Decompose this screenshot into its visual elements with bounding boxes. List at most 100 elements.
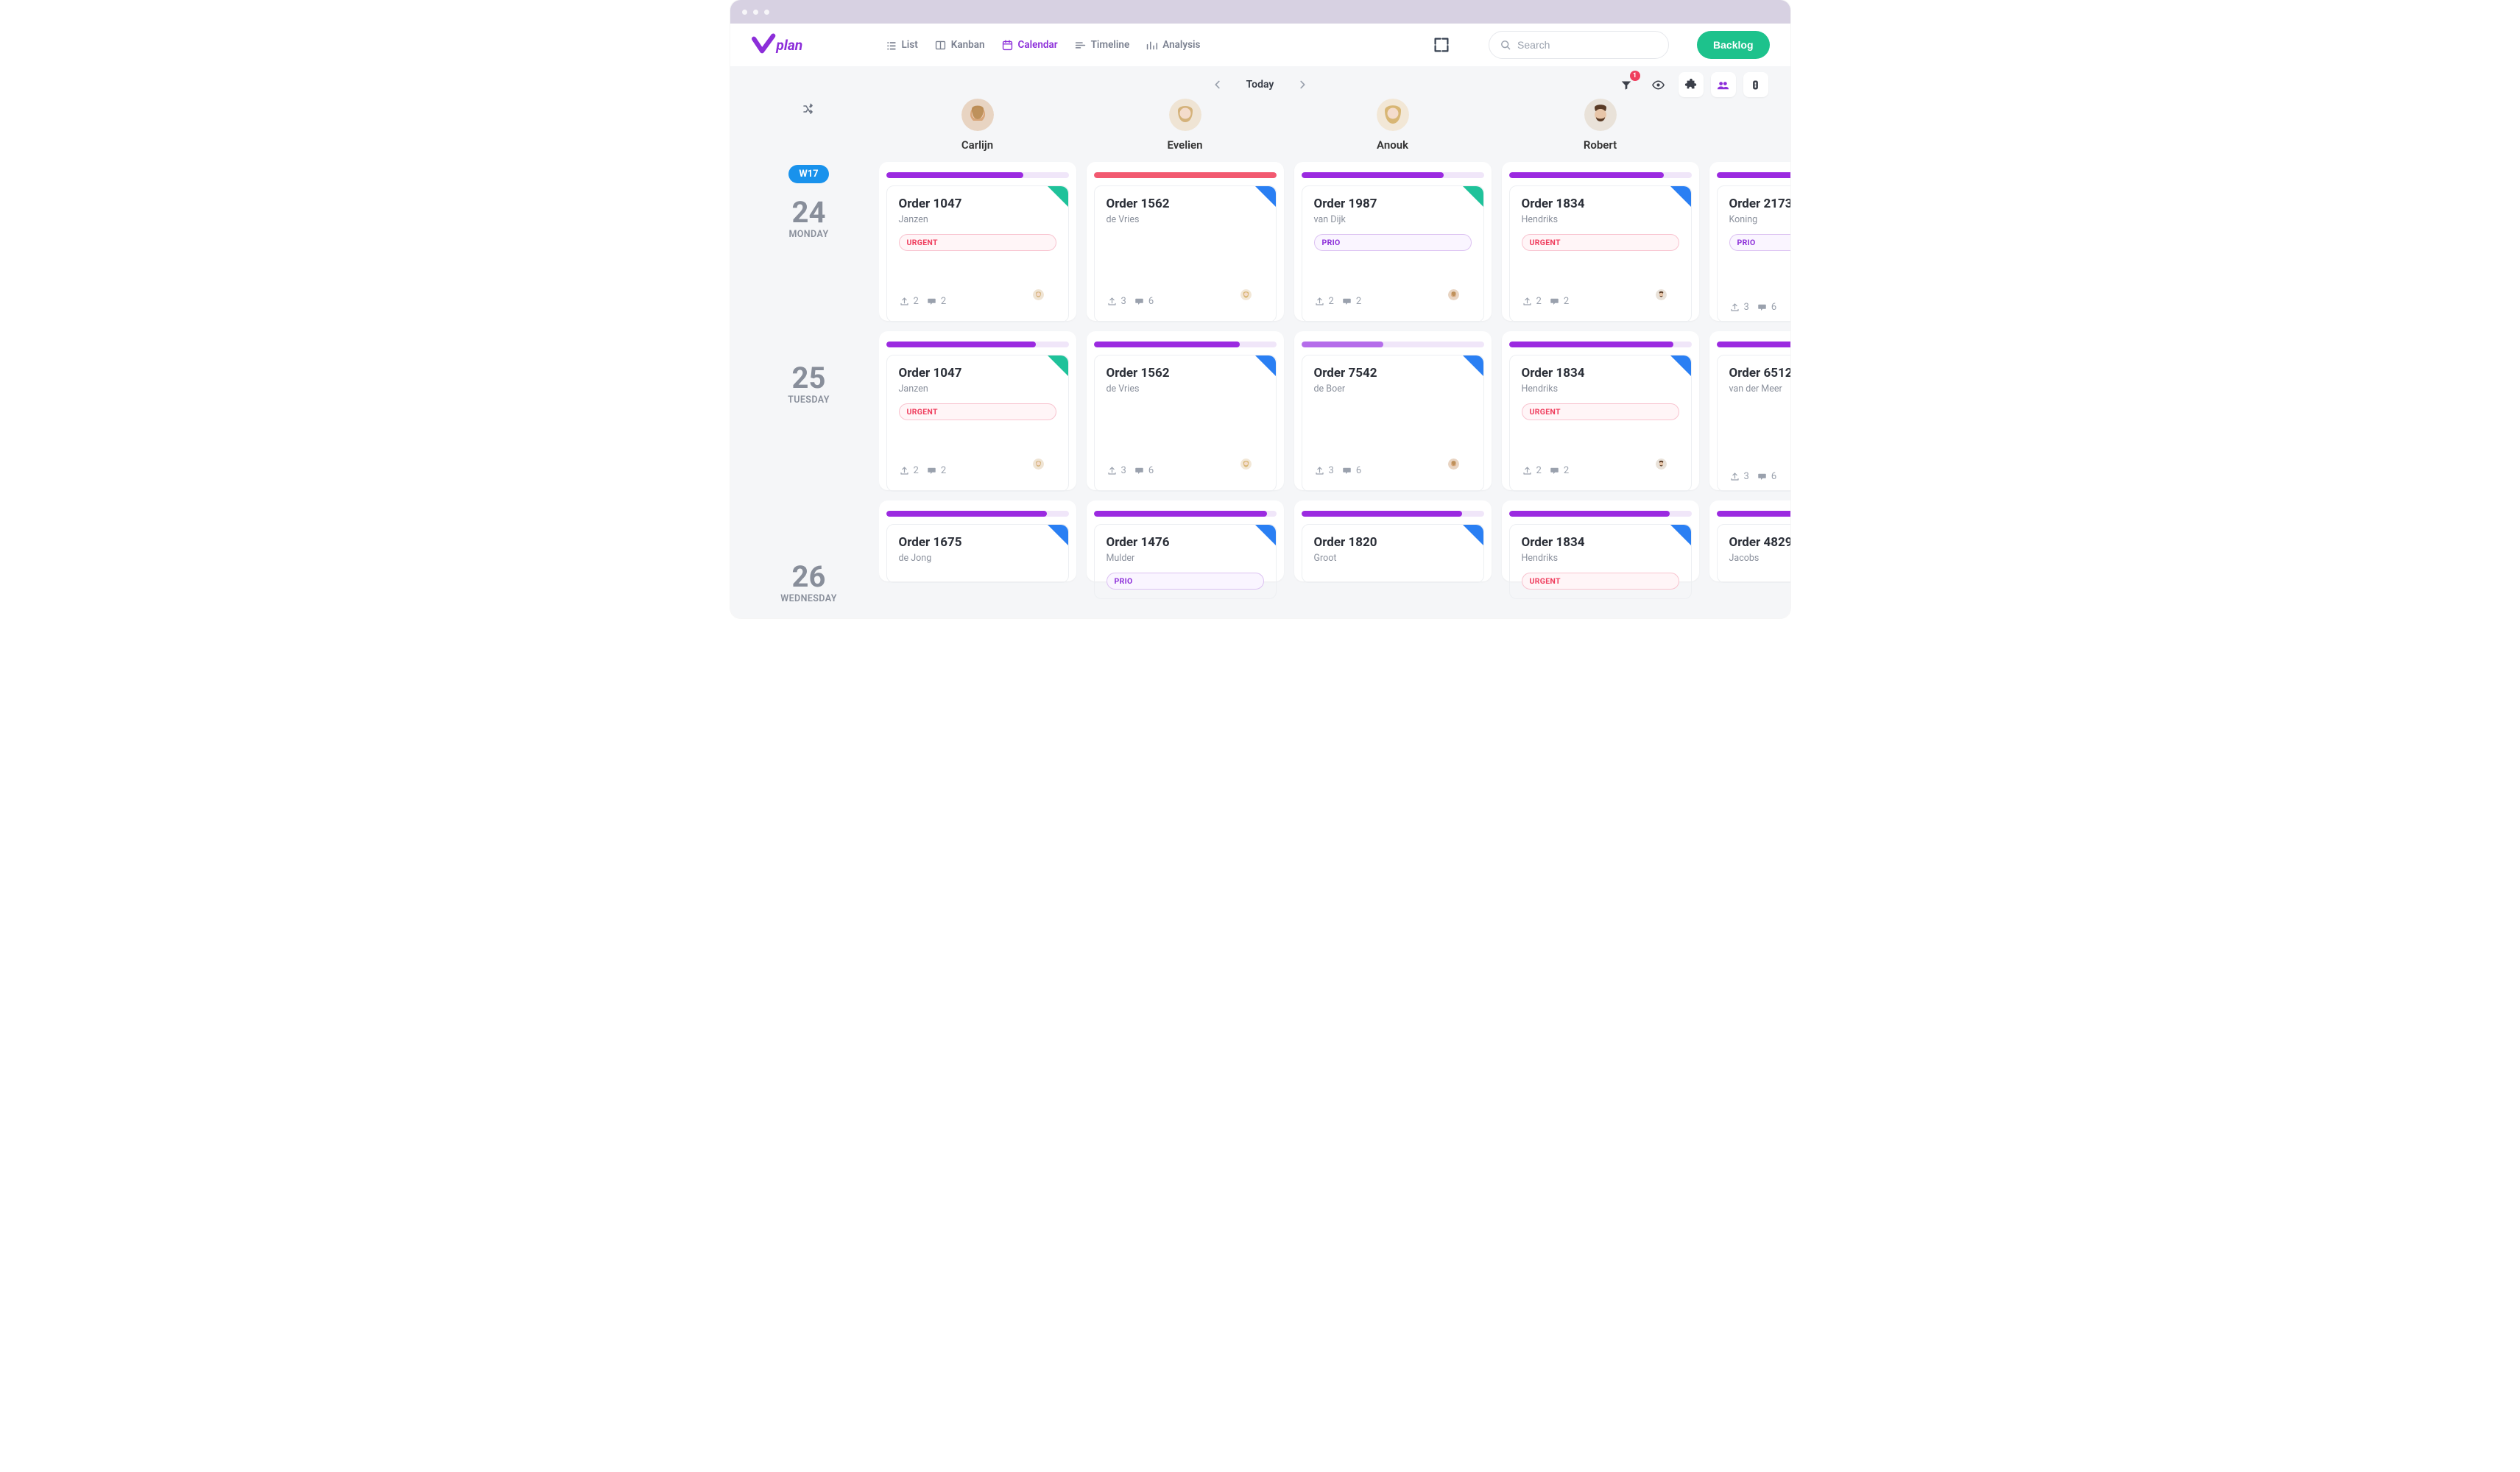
visibility-button[interactable] <box>1646 72 1671 97</box>
content-area: Today 1 W1724MONDAY25TUESDAY26WEDNESDAY … <box>730 66 1790 618</box>
card-title: Order 6512 <box>1729 366 1790 381</box>
card-title: Order 1562 <box>1107 366 1264 381</box>
svg-text:plan: plan <box>775 37 802 54</box>
capacity-bar <box>1094 342 1277 347</box>
status-corner-icon <box>1048 186 1068 207</box>
card-subtitle: Hendriks <box>1522 553 1679 564</box>
filter-button[interactable]: 1 <box>1614 72 1639 97</box>
order-card[interactable]: Order 2173 Koning PRIO 36 <box>1717 185 1790 322</box>
card-subtitle: van Dijk <box>1314 214 1472 225</box>
order-card[interactable]: Order 1047 Janzen URGENT 22 <box>886 185 1069 322</box>
backlog-button[interactable]: Backlog <box>1697 31 1769 59</box>
column-evelien: Evelien Order 1562 de Vries 36 Order 156… <box>1087 96 1284 618</box>
day-cell: Order 1834 Hendriks URGENT 22 <box>1502 162 1699 321</box>
tag-prio: PRIO <box>1729 234 1790 251</box>
view-kanban[interactable]: Kanban <box>934 39 985 52</box>
column-head: Evelien <box>1087 96 1284 162</box>
assignee-avatar <box>1656 459 1679 482</box>
day-cell: Order 7542 de Boer 36 <box>1294 331 1492 490</box>
app-logo[interactable]: plan <box>751 32 832 57</box>
filter-badge: 1 <box>1630 71 1640 81</box>
card-footer: 36 <box>1729 290 1790 313</box>
status-button[interactable] <box>1743 72 1768 97</box>
view-calendar[interactable]: Calendar <box>1001 39 1058 52</box>
comment-icon <box>926 296 937 307</box>
view-label: Analysis <box>1162 39 1200 51</box>
order-card[interactable]: Order 1562 de Vries 36 <box>1094 185 1277 322</box>
list-icon <box>885 39 897 52</box>
assignee-avatar <box>1240 459 1264 482</box>
upload-icon <box>899 465 910 476</box>
next-button[interactable] <box>1296 78 1309 91</box>
order-card[interactable]: Order 1834 Hendriks URGENT 22 <box>1509 355 1692 492</box>
column-felix: Felix Order 2173 Koning PRIO 36 Order 65… <box>1709 96 1790 618</box>
order-card[interactable]: Order 1047 Janzen URGENT 22 <box>886 355 1069 492</box>
day-label: 26WEDNESDAY <box>739 562 879 604</box>
column-carlijn: Carlijn Order 1047 Janzen URGENT 22 Orde… <box>879 96 1076 618</box>
order-card[interactable]: Order 6512 van der Meer 36 <box>1717 355 1790 492</box>
card-subtitle: van der Meer <box>1729 383 1790 394</box>
search-icon <box>1500 39 1511 51</box>
today-label[interactable]: Today <box>1246 79 1274 91</box>
upload-icon <box>1107 465 1118 476</box>
uploads-count: 3 <box>1729 302 1749 313</box>
group-by-people-button[interactable] <box>1711 72 1736 97</box>
card-title: Order 1834 <box>1522 197 1679 211</box>
day-cell: Order 1834 Hendriks URGENT 22 <box>1502 331 1699 490</box>
uploads-count: 2 <box>1314 296 1334 307</box>
capacity-bar <box>1717 511 1790 517</box>
order-card[interactable]: Order 1834 Hendriks URGENT 22 <box>1509 185 1692 322</box>
order-card[interactable]: Order 1987 van Dijk PRIO 22 <box>1302 185 1484 322</box>
assignee-avatar <box>1033 289 1056 313</box>
column-head: Robert <box>1502 96 1699 162</box>
order-card[interactable]: Order 1675 de Jong <box>886 524 1069 583</box>
shuffle-icon <box>802 102 816 116</box>
integrations-button[interactable] <box>1679 72 1704 97</box>
view-analysis[interactable]: Analysis <box>1146 39 1200 52</box>
card-footer: 22 <box>899 447 1056 482</box>
tag-urgent: URGENT <box>899 403 1056 420</box>
people-columns: Carlijn Order 1047 Janzen URGENT 22 Orde… <box>879 96 1790 618</box>
prev-button[interactable] <box>1211 78 1224 91</box>
order-card[interactable]: Order 1562 de Vries 36 <box>1094 355 1277 492</box>
card-subtitle: Janzen <box>899 383 1056 394</box>
order-card[interactable]: Order 1834 Hendriks URGENT <box>1509 524 1692 599</box>
card-title: Order 1834 <box>1522 366 1679 381</box>
upload-icon <box>1729 302 1740 313</box>
order-card[interactable]: Order 1820 Groot <box>1302 524 1484 583</box>
card-subtitle: de Jong <box>899 553 1056 564</box>
order-card[interactable]: Order 1476 Mulder PRIO <box>1094 524 1277 599</box>
search-input[interactable] <box>1517 39 1658 51</box>
comment-icon <box>1549 296 1560 307</box>
capacity-bar <box>1302 172 1484 178</box>
comment-icon <box>926 465 937 476</box>
comments-count: 6 <box>1341 465 1361 476</box>
day-cell: Order 1562 de Vries 36 <box>1087 331 1284 490</box>
card-subtitle: Koning <box>1729 214 1790 225</box>
status-corner-icon <box>1255 525 1276 545</box>
view-timeline[interactable]: Timeline <box>1074 39 1130 52</box>
shuffle-button[interactable] <box>739 96 879 162</box>
tag-prio: PRIO <box>1314 234 1472 251</box>
assignee-avatar <box>1240 289 1264 313</box>
comments-count: 2 <box>926 465 946 476</box>
view-list[interactable]: List <box>885 39 918 52</box>
column-robert: Robert Order 1834 Hendriks URGENT 22 Ord… <box>1502 96 1699 618</box>
assignee-avatar <box>1033 459 1056 482</box>
expand-button[interactable] <box>1431 35 1452 55</box>
uploads-count: 2 <box>899 296 919 307</box>
order-card[interactable]: Order 4829 Jacobs <box>1717 524 1790 583</box>
day-label: 24MONDAY <box>739 198 879 240</box>
window-dot <box>742 10 747 15</box>
capacity-bar <box>1509 172 1692 178</box>
puzzle-icon <box>1684 78 1698 91</box>
card-title: Order 1476 <box>1107 535 1264 550</box>
date-nav: Today <box>1211 78 1310 91</box>
window-dot <box>753 10 758 15</box>
order-card[interactable]: Order 7542 de Boer 36 <box>1302 355 1484 492</box>
view-label: Calendar <box>1018 39 1058 51</box>
card-title: Order 1047 <box>899 197 1056 211</box>
search-box[interactable] <box>1489 31 1669 59</box>
card-title: Order 2173 <box>1729 197 1790 211</box>
view-switcher: List Kanban Calendar Timeline Analysis <box>885 39 1201 52</box>
